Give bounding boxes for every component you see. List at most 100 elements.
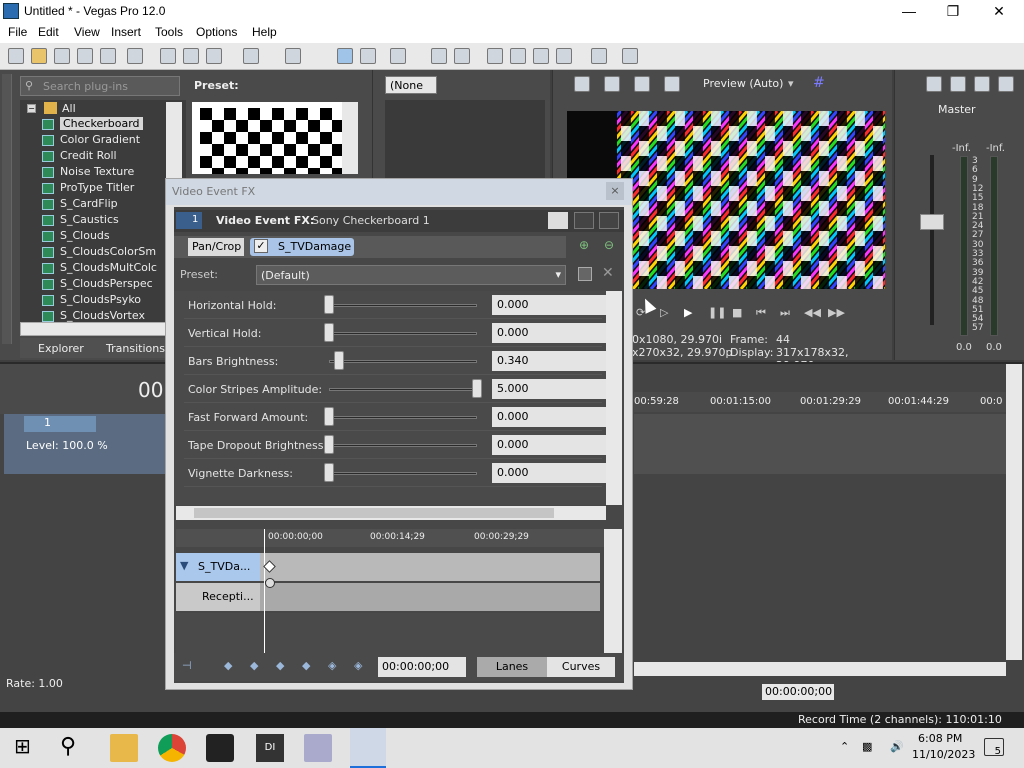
next-frame-icon[interactable]: ▶▶ [828,306,845,319]
file-explorer-icon[interactable] [110,734,138,762]
keyframe-circle-icon[interactable] [265,578,275,588]
security-shield-icon[interactable] [206,734,234,762]
param-slider-track[interactable] [329,388,477,391]
copy-icon[interactable] [183,48,199,64]
cut-icon[interactable] [160,48,176,64]
thumbnail-scrollbar[interactable] [342,102,358,174]
paste-icon[interactable] [206,48,222,64]
davinci-icon[interactable]: DI [256,734,284,762]
param-value-field[interactable]: 0.000 [492,407,607,427]
volume-icon[interactable]: 🔊 [890,740,904,753]
media-dropdown[interactable]: (None [385,76,437,94]
expand-triangle-icon[interactable]: ▼ [180,559,188,572]
next-keyframe-icon[interactable]: ◆ [276,659,284,672]
timeline-vscrollbar[interactable] [1006,364,1022,660]
preview-quality[interactable]: Preview (Auto) [703,77,783,90]
param-slider-track[interactable] [329,360,477,363]
lock-icon[interactable] [556,48,572,64]
play-from-start-icon[interactable]: ▷ [660,306,668,319]
keyframe-vscrollbar[interactable] [604,529,622,657]
menu-edit[interactable]: Edit [38,25,59,39]
clock-time[interactable]: 6:08 PM [918,732,962,745]
chevron-down-icon[interactable]: ▾ [788,77,794,90]
go-to-end-icon[interactable]: ⏭ [780,306,790,320]
save-icon[interactable] [54,48,70,64]
pictures-icon[interactable] [304,734,332,762]
maximize-button[interactable]: ❐ [930,0,976,23]
keyframe-lane-header[interactable]: ▼ S_TVDa... [176,553,260,581]
dialog-close-icon[interactable]: × [606,182,624,200]
prev-keyframe-icon[interactable]: ◆ [250,659,258,672]
plugin-chain-icon[interactable]: ⊕ [579,238,589,252]
undo-icon[interactable] [243,48,259,64]
split-screen-icon[interactable] [664,76,680,92]
menu-view[interactable]: View [74,25,100,39]
params-vscrollbar[interactable] [606,291,622,505]
tab-transitions[interactable]: Transitions [106,342,165,355]
previous-frame-icon[interactable]: ◀◀ [804,306,821,319]
snapping-icon[interactable] [487,48,503,64]
save-as-icon[interactable] [77,48,93,64]
menu-help[interactable]: Help [252,25,277,39]
tree-root-all[interactable]: All [62,102,76,115]
param-slider-thumb[interactable] [324,407,334,426]
param-slider-thumb[interactable] [324,435,334,454]
auto-ripple-icon[interactable] [533,48,549,64]
pause-icon[interactable]: ❚❚ [708,306,726,319]
checker-preset-thumbnail[interactable] [192,102,342,174]
param-value-field[interactable]: 0.000 [492,463,607,483]
tree-hscrollbar[interactable] [20,322,186,336]
delete-preset-icon[interactable]: ✕ [602,265,614,281]
master-fader[interactable] [920,214,944,230]
lock-envelopes-icon[interactable] [454,48,470,64]
redo-icon[interactable] [285,48,301,64]
param-value-field[interactable]: 0.000 [492,295,607,315]
clock-date[interactable]: 11/10/2023 [912,748,975,761]
param-slider-track[interactable] [329,304,477,307]
lanes-button[interactable]: Lanes [477,657,547,677]
preset-dropdown[interactable]: (Default) ▾ [256,265,566,285]
param-value-field[interactable]: 5.000 [492,379,607,399]
view-compact-icon[interactable] [574,212,594,229]
sync-cursor-icon[interactable]: ⊣ [182,659,192,672]
tray-chevron-icon[interactable]: ⌃ [840,740,849,753]
stop-icon[interactable]: ■ [732,306,742,319]
curves-button[interactable]: Curves [547,657,615,677]
param-slider-track[interactable] [329,472,477,475]
ripple-edit-icon[interactable] [431,48,447,64]
view-list-icon[interactable] [548,212,568,229]
notification-icon[interactable]: 5 [984,738,1004,757]
add-keyframe-icon[interactable]: ◈ [328,659,336,672]
new-icon[interactable] [8,48,24,64]
dim-output-icon[interactable] [974,76,990,92]
first-keyframe-icon[interactable]: ◆ [224,659,232,672]
normal-edit-tool-icon[interactable] [337,48,353,64]
windows-start-icon[interactable]: ⊞ [14,734,42,762]
vegas-taskbar-icon[interactable] [350,728,386,768]
chain-item-s-tvdamage[interactable]: ✓ S_TVDamage [250,238,354,256]
param-slider-thumb[interactable] [472,379,482,398]
meter-options-icon[interactable] [998,76,1014,92]
collapse-icon[interactable]: − [27,104,36,113]
envelope-tool-icon[interactable] [360,48,376,64]
properties-tool-icon[interactable] [591,48,607,64]
checkbox-checked-icon[interactable]: ✓ [254,239,268,253]
video-track-header[interactable]: 1 Level: 100.0 % [4,414,166,474]
network-icon[interactable]: ▩ [862,740,872,753]
keyframe-timecode-field[interactable]: 00:00:00;00 [378,657,466,677]
play-icon[interactable]: ▶ [684,306,692,319]
remove-plugin-icon[interactable]: ⊖ [604,238,614,252]
param-value-field[interactable]: 0.340 [492,351,607,371]
menu-tools[interactable]: Tools [155,25,183,39]
timeline-hscrollbar[interactable] [634,662,1006,676]
render-icon[interactable] [127,48,143,64]
go-to-start-icon[interactable]: ⏮ [756,306,766,320]
tab-explorer[interactable]: Explorer [38,342,84,355]
keyframe-sublane-header[interactable]: Recepti... [176,583,260,611]
downmix-icon[interactable] [950,76,966,92]
auto-crossfade-icon[interactable] [510,48,526,64]
param-slider-track[interactable] [329,416,477,419]
close-button[interactable]: ✕ [976,0,1022,23]
param-slider-thumb[interactable] [324,323,334,342]
chain-item-pan-crop[interactable]: Pan/Crop [188,238,244,256]
